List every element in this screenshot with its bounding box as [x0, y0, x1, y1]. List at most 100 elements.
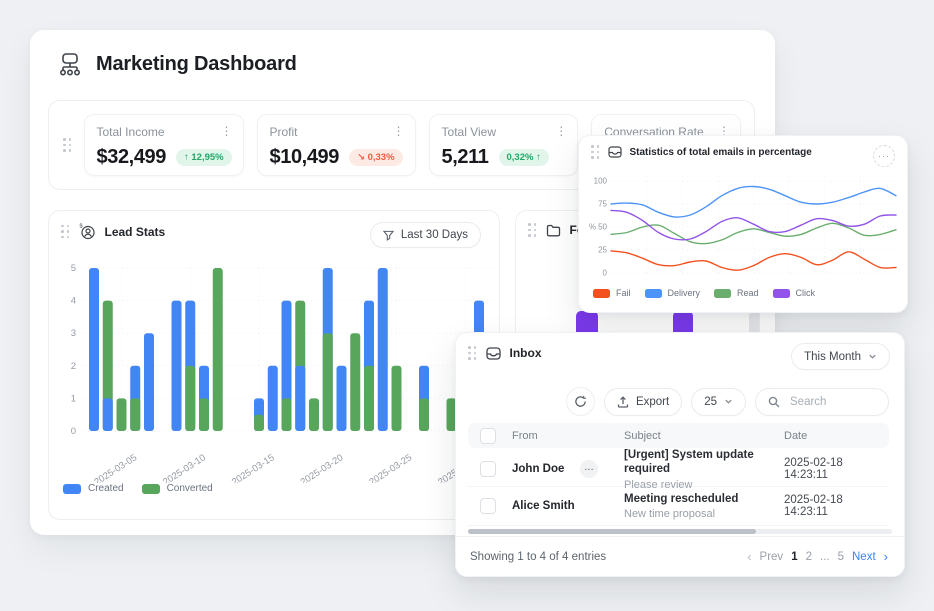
folder-icon	[546, 224, 561, 237]
page-ellipsis: ...	[820, 551, 830, 563]
drag-handle[interactable]	[61, 225, 70, 239]
stat-card-total-income: Total Income ⋮ $32,499 ↑ 12,95%	[84, 114, 244, 176]
lead-stats-chart: 0123452025-03-052025-03-102025-03-152025…	[49, 247, 501, 483]
email-date: 2025-02-18 14:23:11	[780, 457, 889, 481]
email-stats-legend: Fail Delivery Read Click	[593, 288, 815, 298]
chevron-down-icon	[724, 397, 733, 406]
read-legend-swatch	[714, 289, 731, 298]
page-2-button[interactable]: 2	[806, 551, 812, 563]
lead-stats-legend: Created Converted	[63, 483, 213, 494]
prev-button[interactable]: Prev	[760, 551, 784, 563]
kebab-menu-icon[interactable]: ⋮	[391, 123, 407, 139]
drag-handle[interactable]	[63, 138, 72, 152]
sender-name: John Doe	[512, 463, 564, 475]
svg-text:2025-03-20: 2025-03-20	[299, 452, 346, 483]
legend-label: Click	[796, 288, 816, 298]
legend-label: Fail	[616, 288, 631, 298]
sender-name: Alice Smith	[512, 500, 575, 512]
horizontal-scrollbar	[468, 529, 892, 534]
email-date: 2025-02-18 14:23:11	[780, 494, 889, 518]
next-button[interactable]: Next	[852, 551, 876, 563]
stat-card-profit: Profit ⋮ $10,499 ↘ 0,33%	[257, 114, 416, 176]
svg-text:2025-03-05: 2025-03-05	[92, 452, 139, 483]
email-stats-title: Statistics of total emails in percentage	[630, 147, 812, 158]
click-legend-swatch	[773, 289, 790, 298]
svg-text:2: 2	[71, 361, 76, 372]
entries-summary: Showing 1 to 4 of 4 entries	[470, 551, 606, 563]
stat-value: 5,211	[442, 146, 489, 169]
table-row[interactable]: John Doe ··· [Urgent] System update requ…	[468, 448, 889, 487]
chevron-down-icon	[868, 352, 877, 361]
drag-handle[interactable]	[528, 223, 537, 237]
trend-badge: ↑ 12,95%	[176, 149, 232, 166]
svg-text:%: %	[589, 223, 596, 232]
inbox-footer: Showing 1 to 4 of 4 entries ‹ Prev 1 2 .…	[456, 536, 904, 576]
page-size-value: 25	[704, 396, 717, 408]
kebab-menu-icon[interactable]: ⋮	[553, 123, 569, 139]
mail-icon	[608, 146, 622, 158]
drag-handle[interactable]	[468, 346, 477, 360]
page-size-dropdown[interactable]: 25	[691, 388, 746, 416]
pagination: ‹ Prev 1 2 ... 5 Next ›	[747, 549, 888, 564]
search-input[interactable]	[788, 395, 882, 409]
filter-label: Last 30 Days	[401, 229, 468, 241]
svg-text:50: 50	[598, 223, 607, 232]
inbox-panel: Inbox This Month	[455, 332, 905, 577]
svg-text:5: 5	[71, 263, 76, 274]
next-arrow[interactable]: ›	[884, 549, 888, 564]
svg-text:0: 0	[603, 269, 608, 278]
table-row[interactable]: Alice Smith Meeting rescheduled New time…	[468, 487, 889, 526]
kebab-menu-icon[interactable]: ⋮	[219, 123, 235, 139]
export-icon	[617, 396, 629, 408]
stat-title: Profit	[270, 125, 403, 139]
select-all-checkbox[interactable]	[480, 428, 496, 444]
row-checkbox[interactable]	[480, 498, 496, 514]
svg-text:4: 4	[71, 296, 76, 307]
export-button[interactable]: Export	[604, 388, 682, 416]
svg-text:3: 3	[71, 328, 76, 339]
inbox-title: Inbox	[510, 346, 542, 360]
legend-label: Delivery	[668, 288, 701, 298]
row-more-button[interactable]: ···	[580, 460, 598, 478]
legend-label: Read	[737, 288, 759, 298]
search-box	[755, 388, 889, 416]
stat-card-total-view: Total View ⋮ 5,211 0,32% ↑	[429, 114, 579, 176]
delivery-legend-swatch	[645, 289, 662, 298]
last-30-days-filter-button[interactable]: Last 30 Days	[370, 222, 481, 248]
trend-badge: ↘ 0,33%	[349, 149, 403, 166]
svg-text:25: 25	[598, 246, 607, 255]
column-header-from: From	[508, 430, 620, 442]
prev-arrow[interactable]: ‹	[747, 549, 751, 564]
table-header-row: From Subject Date	[468, 423, 889, 448]
svg-text:100: 100	[594, 177, 608, 186]
email-stats-panel: Statistics of total emails in percentage…	[578, 135, 908, 313]
dashboard-header: Marketing Dashboard	[56, 50, 297, 78]
trend-badge: 0,32% ↑	[499, 149, 549, 166]
lead-user-icon: $	[79, 223, 96, 240]
email-subject: [Urgent] System update required	[624, 448, 780, 477]
period-dropdown[interactable]: This Month	[791, 343, 890, 370]
page-background: Marketing Dashboard Total Income ⋮ $32,4…	[0, 0, 934, 611]
page-5-button[interactable]: 5	[838, 551, 844, 563]
created-legend-swatch	[63, 484, 81, 494]
sitemap-icon	[56, 50, 84, 78]
legend-label: Converted	[167, 483, 213, 494]
lead-stats-title: Lead Stats	[105, 225, 166, 239]
refresh-button[interactable]	[566, 387, 595, 416]
period-value: This Month	[804, 351, 861, 363]
email-preview: New time proposal	[624, 508, 780, 520]
scrollbar-thumb[interactable]	[468, 529, 756, 534]
page-title: Marketing Dashboard	[96, 53, 297, 76]
funnel-icon	[383, 230, 394, 241]
column-header-date: Date	[780, 430, 889, 442]
page-1-button[interactable]: 1	[791, 551, 797, 563]
drag-handle[interactable]	[591, 145, 600, 159]
stat-title: Total View	[442, 125, 566, 139]
svg-text:2025-03-10: 2025-03-10	[161, 452, 208, 483]
inbox-table: From Subject Date John Doe ··· [Urgent] …	[468, 423, 889, 526]
stat-title: Total Income	[97, 125, 231, 139]
stat-value: $32,499	[97, 146, 167, 169]
email-stats-chart: 0255075100%	[585, 162, 903, 284]
column-header-subject: Subject	[620, 430, 780, 442]
row-checkbox[interactable]	[480, 461, 496, 477]
